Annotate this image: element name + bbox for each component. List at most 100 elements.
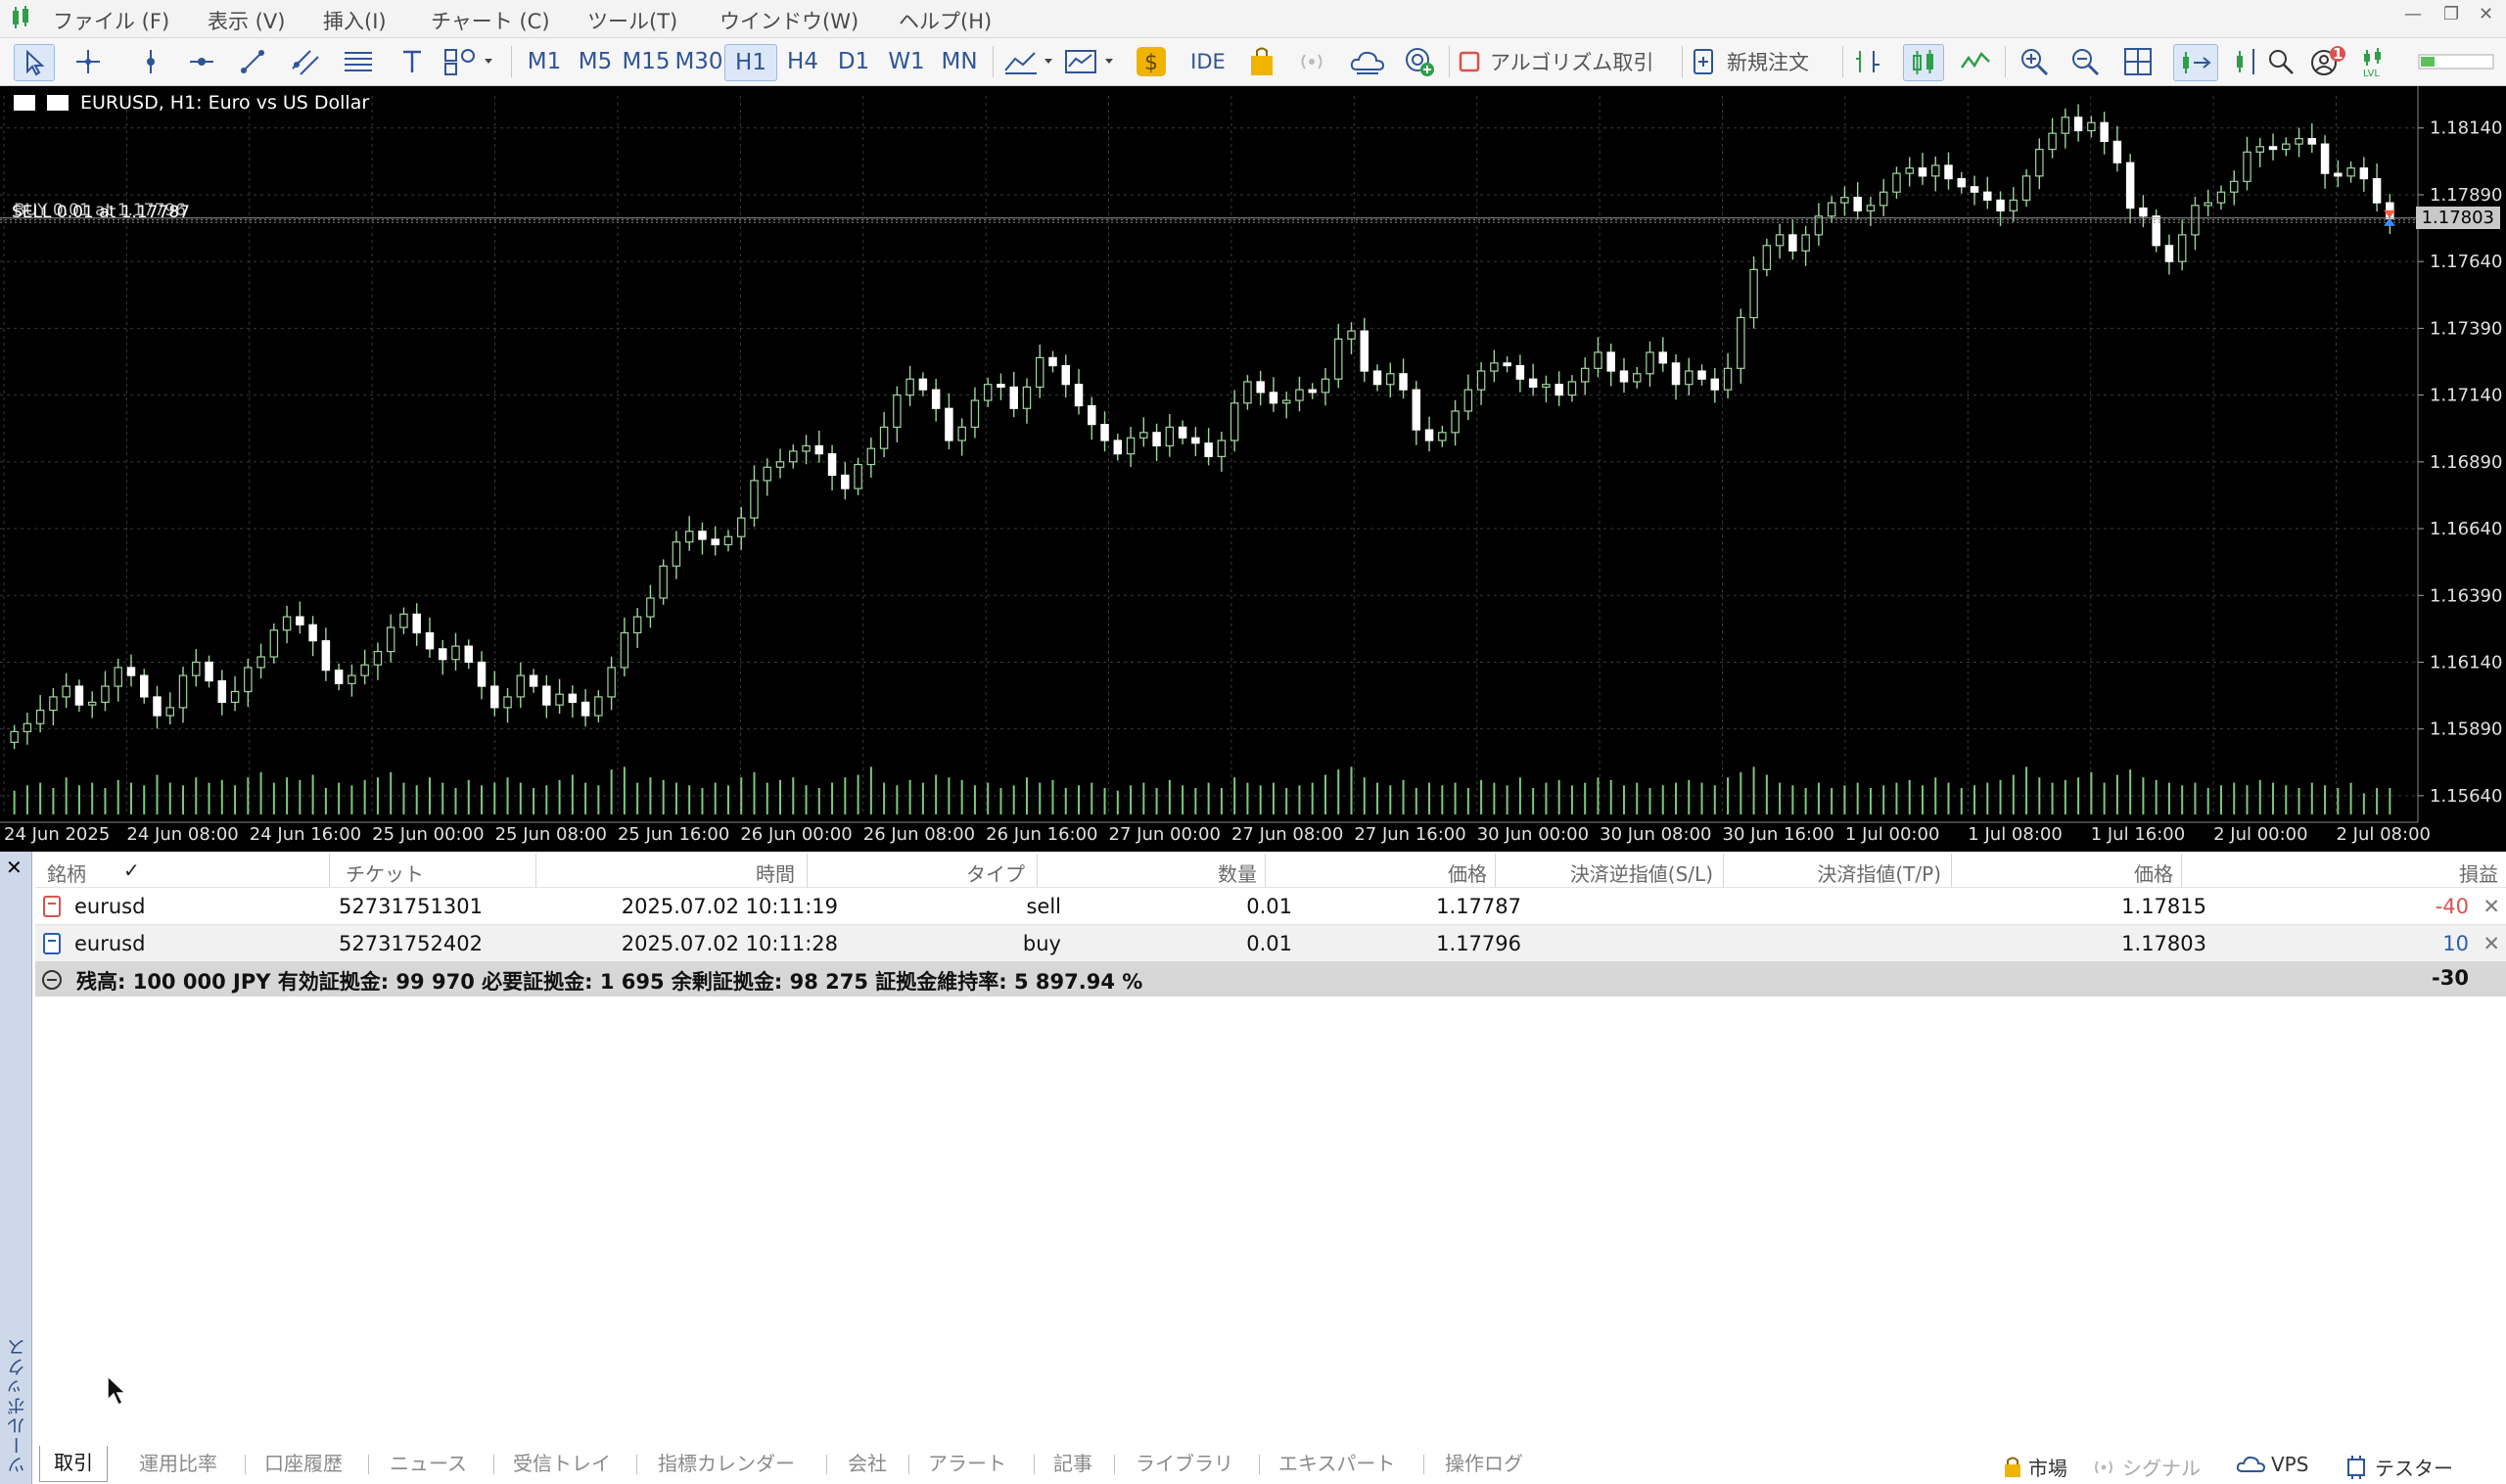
- timeframe-m1[interactable]: M1: [519, 44, 570, 79]
- chart-menu-icon[interactable]: [14, 95, 35, 111]
- crosshair-icon[interactable]: [69, 44, 108, 79]
- vertical-line-icon[interactable]: [131, 44, 170, 79]
- collapse-icon[interactable]: [41, 969, 63, 991]
- tab-news[interactable]: ニュース: [390, 1447, 467, 1480]
- horizontal-line-icon[interactable]: [182, 44, 221, 79]
- buy-position-label[interactable]: BUY 0.01 at 1.17796: [14, 201, 186, 220]
- status-signals[interactable]: シグナル: [2091, 1453, 2201, 1481]
- status-tester-label: テスター: [2375, 1457, 2453, 1480]
- timeframe-m15[interactable]: M15: [621, 44, 672, 79]
- status-vps[interactable]: VPS: [2236, 1453, 2308, 1476]
- auto-scroll-icon[interactable]: [2173, 44, 2218, 81]
- col-ticket-header[interactable]: チケット: [330, 854, 536, 887]
- minimize-button[interactable]: —: [2404, 4, 2422, 24]
- fibonacci-icon[interactable]: [339, 44, 378, 79]
- status-market[interactable]: 市場: [2003, 1453, 2067, 1481]
- menu-view[interactable]: 表示 (V): [208, 6, 285, 35]
- new-order-button[interactable]: 新規注文: [1692, 44, 1838, 79]
- candle: [945, 407, 953, 441]
- chart-type-dropdown-icon[interactable]: [1063, 44, 1120, 79]
- col-current-price-header[interactable]: 価格: [1952, 854, 2182, 887]
- tab-exposure[interactable]: 運用比率: [139, 1447, 217, 1480]
- menu-charts[interactable]: チャート (C): [431, 6, 550, 35]
- algo-trading-button[interactable]: アルゴリズム取引: [1459, 44, 1703, 79]
- tab-articles[interactable]: 記事: [1053, 1447, 1092, 1480]
- candle: [1009, 386, 1018, 409]
- candle: [1139, 432, 1148, 439]
- candlestick-chart[interactable]: 1.18140 1.17890 1.17640 1.17390 1.17140 1.168…: [0, 86, 2506, 852]
- candlestick-chart-icon[interactable]: [1903, 44, 1944, 81]
- price-chart[interactable]: 1.18140 1.17890 1.17640 1.17390 1.17140 1.168…: [0, 86, 2506, 852]
- timeframe-h1[interactable]: H1: [724, 44, 777, 81]
- chart-shift-icon[interactable]: [2228, 44, 2265, 79]
- tab-company[interactable]: 会社: [848, 1447, 887, 1480]
- candle: [827, 453, 837, 477]
- trade-row[interactable]: eurusd 52731752402 2025.07.02 10:11:28 b…: [35, 924, 2506, 962]
- timeframe-h4[interactable]: H4: [777, 44, 828, 79]
- depth-of-market-icon[interactable]: [1850, 44, 1889, 79]
- col-volume-header[interactable]: 数量: [1038, 854, 1266, 887]
- close-position-icon[interactable]: ✕: [2483, 932, 2500, 955]
- toolbox-close-button[interactable]: ✕: [6, 856, 23, 879]
- candle: [490, 685, 499, 709]
- tab-calendar[interactable]: 指標カレンダー: [658, 1447, 795, 1480]
- zoom-in-icon[interactable]: [2015, 44, 2054, 79]
- candle: [1710, 378, 1720, 391]
- timeframe-d1[interactable]: D1: [828, 44, 879, 79]
- trade-row[interactable]: eurusd 52731751301 2025.07.02 10:11:19 s…: [35, 887, 2506, 925]
- channel-icon[interactable]: [286, 44, 325, 79]
- restore-button[interactable]: ❐: [2443, 4, 2459, 24]
- line-chart-icon[interactable]: [1956, 44, 1995, 79]
- menu-file[interactable]: ファイル (F): [53, 6, 169, 35]
- account-notifications-icon[interactable]: 1: [2308, 44, 2351, 79]
- menu-help[interactable]: ヘルプ(H): [899, 6, 992, 35]
- col-profit-header[interactable]: 損益: [2182, 854, 2506, 887]
- close-position-icon[interactable]: ✕: [2483, 895, 2500, 918]
- candle: [1970, 186, 1979, 193]
- signals-broadcast-icon[interactable]: [1292, 44, 1331, 79]
- search-icon[interactable]: [2261, 44, 2300, 79]
- signal-strength-icon[interactable]: LVL: [2359, 44, 2392, 79]
- menu-tools[interactable]: ツール(T): [587, 6, 677, 35]
- col-time-header[interactable]: 時間: [536, 854, 808, 887]
- col-price-header[interactable]: 価格: [1266, 854, 1496, 887]
- text-tool-icon[interactable]: [395, 44, 429, 79]
- cloud-vps-icon[interactable]: [1347, 44, 1388, 79]
- candle: [49, 696, 58, 712]
- x-tick-label: 30 Jun 08:00: [1600, 824, 1711, 845]
- market-bag-icon[interactable]: [1243, 44, 1280, 79]
- tile-windows-icon[interactable]: [2118, 44, 2158, 79]
- timeframe-m5[interactable]: M5: [570, 44, 621, 79]
- candle: [1930, 164, 1940, 177]
- tab-history[interactable]: 口座履歴: [264, 1447, 343, 1480]
- zoom-out-icon[interactable]: [2065, 44, 2105, 79]
- market-dollar-icon[interactable]: $: [1132, 44, 1171, 79]
- timeframe-mn[interactable]: MN: [934, 44, 985, 79]
- candle: [192, 661, 201, 676]
- indicators-dropdown-icon[interactable]: [1002, 44, 1057, 79]
- close-window-button[interactable]: ✕: [2479, 4, 2493, 24]
- cursor-tool-icon[interactable]: [14, 44, 55, 81]
- shapes-dropdown-icon[interactable]: [441, 44, 497, 79]
- menu-insert[interactable]: 挿入(I): [323, 6, 387, 35]
- trendline-icon[interactable]: [233, 44, 272, 79]
- timeframe-m30[interactable]: M30: [673, 44, 724, 79]
- x-tick-label: 26 Jun 08:00: [863, 824, 975, 845]
- tab-experts[interactable]: エキスパート: [1278, 1447, 1395, 1480]
- tab-library[interactable]: ライブラリ: [1136, 1447, 1233, 1480]
- col-type-header[interactable]: タイプ: [808, 854, 1038, 887]
- tab-trade[interactable]: 取引: [39, 1446, 108, 1482]
- candle: [1204, 442, 1213, 457]
- ide-button[interactable]: IDE: [1188, 44, 1228, 79]
- candle: [1476, 370, 1486, 391]
- col-symbol-header[interactable]: 銘柄 ✓: [35, 854, 330, 887]
- menu-window[interactable]: ウインドウ(W): [719, 6, 859, 35]
- marketplace-add-icon[interactable]: [1400, 44, 1439, 79]
- tab-journal[interactable]: 操作ログ: [1445, 1447, 1523, 1480]
- timeframe-w1[interactable]: W1: [881, 44, 932, 79]
- col-tp-header[interactable]: 決済指値(T/P): [1724, 854, 1952, 887]
- tab-mailbox[interactable]: 受信トレイ: [513, 1447, 611, 1480]
- tab-alerts[interactable]: アラート: [928, 1447, 1006, 1480]
- col-sl-header[interactable]: 決済逆指値(S/L): [1496, 854, 1724, 887]
- status-tester[interactable]: テスター: [2344, 1453, 2453, 1481]
